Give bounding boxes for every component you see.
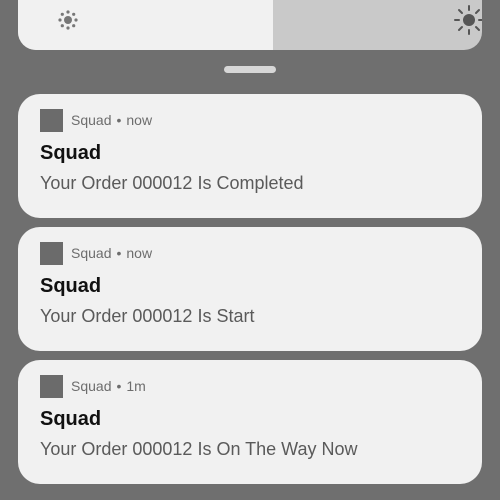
- notification-time: now: [126, 112, 153, 128]
- app-icon: [40, 242, 63, 265]
- notification-title: Squad: [40, 142, 102, 164]
- notification-time: now: [126, 245, 153, 261]
- notification-message: Your Order 000012 Is Completed: [40, 173, 304, 193]
- notification-card[interactable]: Squad • now Squad Your Order 000012 Is Com…: [18, 94, 482, 218]
- notification-meta: Squad • now: [71, 245, 152, 261]
- notification-title: Squad: [40, 275, 102, 297]
- notification-card[interactable]: Squad • 1m Squad Your Order 000012 Is On T…: [18, 360, 482, 484]
- meta-separator: •: [116, 112, 122, 128]
- app-icon: [40, 375, 63, 398]
- brightness-high-icon: [454, 5, 482, 35]
- notification-meta: Squad • now: [71, 112, 152, 128]
- notification-meta: Squad • 1m: [71, 378, 146, 394]
- notification-time: 1m: [126, 378, 146, 394]
- notification-app-name: Squad: [71, 112, 112, 128]
- notification-card[interactable]: Squad • now Squad Your Order 000012 Is Sta…: [18, 227, 482, 351]
- brightness-slider[interactable]: [18, 0, 482, 50]
- notification-message: Your Order 000012 Is On The Way Now: [40, 439, 358, 459]
- notification-app-name: Squad: [71, 378, 112, 394]
- notification-app-name: Squad: [71, 245, 112, 261]
- meta-separator: •: [116, 245, 122, 261]
- brightness-low-icon: [58, 10, 78, 30]
- panel-drag-handle[interactable]: [224, 66, 276, 73]
- notification-message: Your Order 000012 Is Start: [40, 306, 255, 326]
- app-icon: [40, 109, 63, 132]
- meta-separator: •: [116, 378, 122, 394]
- notification-title: Squad: [40, 408, 102, 430]
